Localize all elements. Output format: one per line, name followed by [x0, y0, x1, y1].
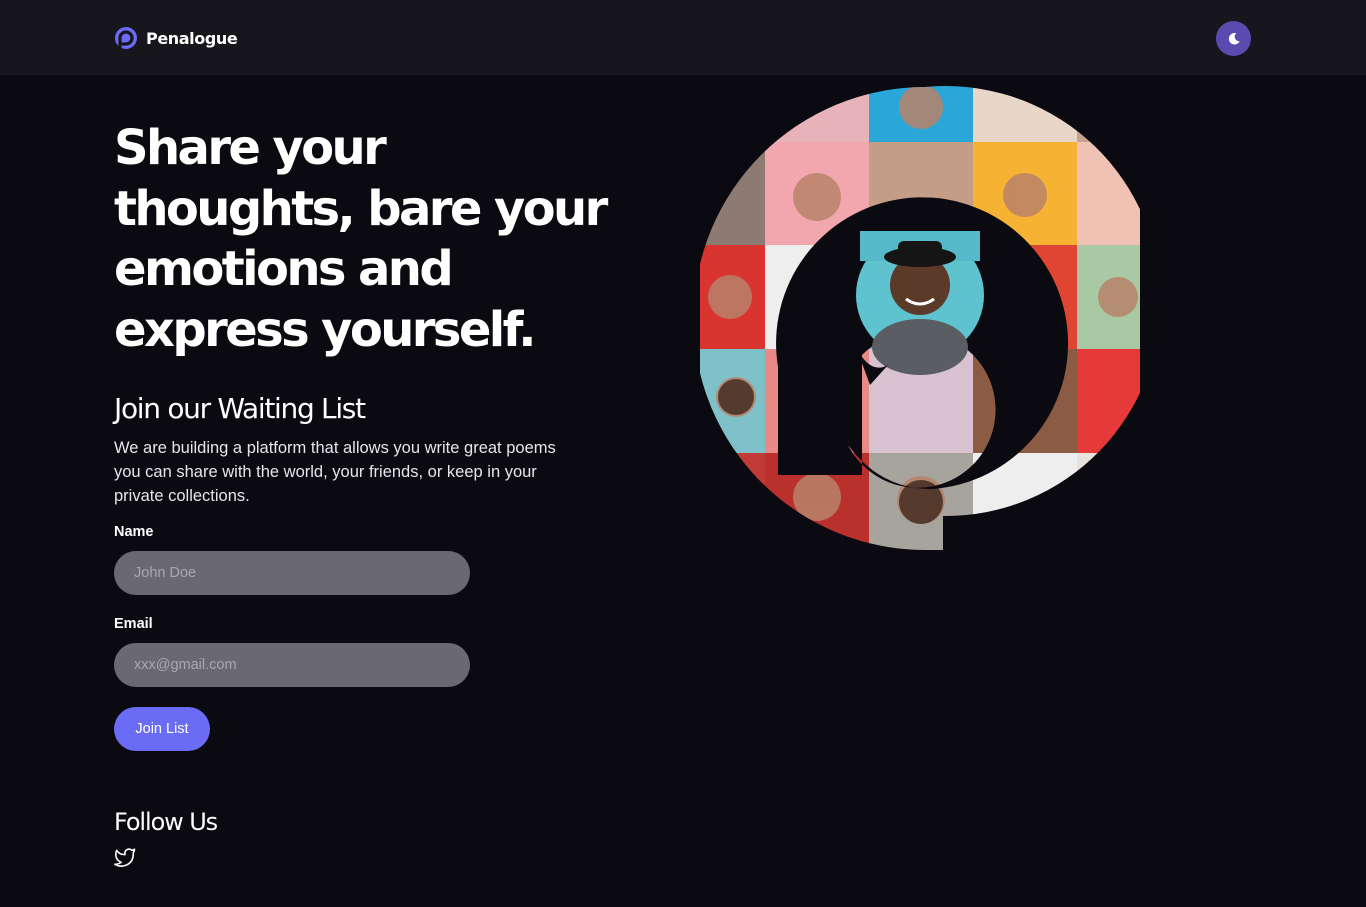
speech-bubble-portrait-collage	[700, 86, 1140, 551]
follow-us-title: Follow Us	[114, 808, 218, 836]
join-list-button[interactable]: Join List	[114, 707, 210, 751]
brand[interactable]: Penalogue	[114, 24, 238, 52]
brand-name: Penalogue	[146, 28, 238, 48]
waitlist-title: Join our Waiting List	[114, 392, 366, 425]
moon-icon	[1228, 32, 1240, 44]
twitter-icon	[114, 848, 136, 867]
penalogue-logo-icon	[115, 27, 137, 50]
name-input[interactable]	[114, 551, 470, 595]
twitter-link[interactable]	[114, 847, 136, 867]
hero-headline: Share your thoughts, bare your emotions …	[114, 120, 608, 358]
hero-collage-image	[700, 85, 1140, 555]
top-navbar: Penalogue	[0, 0, 1366, 75]
theme-toggle-button[interactable]	[1216, 21, 1251, 56]
name-label: Name	[114, 524, 154, 540]
email-label: Email	[114, 616, 153, 632]
waitlist-description: We are building a platform that allows y…	[114, 439, 556, 505]
email-input[interactable]	[114, 643, 470, 687]
